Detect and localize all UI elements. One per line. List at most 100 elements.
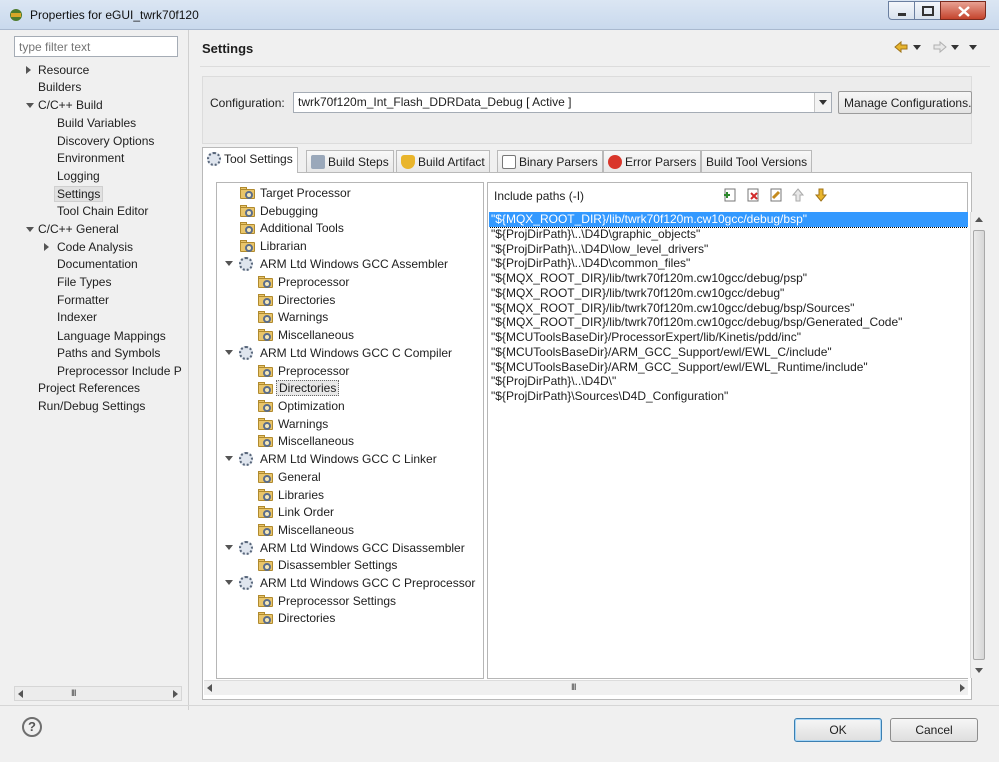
nav-item-cpp-general[interactable]: C/C++ General [26, 221, 119, 238]
nav-item-indexer[interactable]: Indexer [57, 309, 97, 326]
list-item[interactable]: "${ProjDirPath}\Sources\D4D_Configuratio… [489, 389, 968, 404]
configuration-select[interactable]: twrk70f120m_Int_Flash_DDRData_Debug [ Ac… [293, 92, 832, 113]
nav-item-settings[interactable]: Settings [54, 186, 104, 203]
tree-item-ld-libraries[interactable]: Libraries [257, 486, 324, 504]
nav-item-discovery-options[interactable]: Discovery Options [57, 133, 154, 150]
nav-item-project-references[interactable]: Project References [38, 380, 140, 397]
list-item[interactable]: "${MQX_ROOT_DIR}/lib/twrk70f120m.cw10gcc… [489, 212, 968, 228]
ok-button[interactable]: OK [794, 718, 882, 742]
scroll-right-icon[interactable] [960, 684, 965, 692]
list-item[interactable]: "${ProjDirPath}\..\D4D\" [489, 374, 968, 389]
panel-divider[interactable] [188, 30, 189, 710]
collapse-icon[interactable] [225, 545, 233, 550]
tree-item-gcc-c-preprocessor[interactable]: ARM Ltd Windows GCC C Preprocessor [225, 574, 475, 592]
tree-item-target-processor[interactable]: Target Processor [239, 184, 351, 202]
nav-item-preprocessor-include[interactable]: Preprocessor Include Pa [57, 363, 182, 380]
tool-horizontal-scrollbar[interactable]: III [204, 680, 968, 695]
tab-error-parsers[interactable]: Error Parsers [603, 150, 702, 172]
nav-item-build-variables[interactable]: Build Variables [57, 115, 136, 132]
chevron-down-icon[interactable] [913, 45, 921, 50]
tree-item-gcc-c-linker[interactable]: ARM Ltd Windows GCC C Linker [225, 450, 437, 468]
list-item[interactable]: "${MQX_ROOT_DIR}/lib/twrk70f120m.cw10gcc… [489, 315, 968, 330]
collapse-icon[interactable] [225, 580, 233, 585]
tree-item-ld-link-order[interactable]: Link Order [257, 503, 334, 521]
nav-item-resource[interactable]: Resource [26, 62, 89, 79]
dropdown-button[interactable] [814, 93, 831, 112]
add-icon[interactable] [722, 187, 738, 203]
list-item[interactable]: "${MQX_ROOT_DIR}/lib/twrk70f120m.cw10gcc… [489, 286, 968, 301]
nav-item-formatter[interactable]: Formatter [57, 292, 109, 309]
minimize-button[interactable] [888, 1, 915, 20]
nav-item-run-debug-settings[interactable]: Run/Debug Settings [38, 398, 145, 415]
scroll-right-icon[interactable] [173, 690, 178, 698]
manage-configurations-button[interactable]: Manage Configurations... [838, 91, 972, 114]
scroll-down-icon[interactable] [975, 668, 983, 673]
tree-item-pp-directories[interactable]: Directories [257, 609, 335, 627]
nav-item-code-analysis[interactable]: Code Analysis [44, 239, 133, 256]
list-item[interactable]: "${MQX_ROOT_DIR}/lib/twrk70f120m.cw10gcc… [489, 301, 968, 316]
tree-item-asm-preprocessor[interactable]: Preprocessor [257, 273, 349, 291]
delete-icon[interactable] [745, 187, 761, 203]
collapse-icon[interactable] [225, 261, 233, 266]
scroll-thumb[interactable] [973, 230, 985, 660]
expand-icon[interactable] [26, 66, 31, 74]
back-arrow-icon[interactable] [893, 40, 921, 54]
nav-horizontal-scrollbar[interactable]: III [14, 686, 182, 701]
list-item[interactable]: "${MCUToolsBaseDir}/ARM_GCC_Support/ewl/… [489, 345, 968, 360]
tab-binary-parsers[interactable]: Binary Parsers [497, 150, 603, 172]
tree-item-asm-directories[interactable]: Directories [257, 291, 335, 309]
tree-item-gcc-disassembler[interactable]: ARM Ltd Windows GCC Disassembler [225, 539, 465, 557]
collapse-icon[interactable] [225, 350, 233, 355]
collapse-icon[interactable] [225, 456, 233, 461]
nav-item-paths-and-symbols[interactable]: Paths and Symbols [57, 345, 160, 362]
nav-item-logging[interactable]: Logging [57, 168, 100, 185]
tree-item-cc-optimization[interactable]: Optimization [257, 397, 345, 415]
tree-item-gcc-assembler[interactable]: ARM Ltd Windows GCC Assembler [225, 255, 448, 273]
tree-item-cc-warnings[interactable]: Warnings [257, 415, 328, 433]
help-icon[interactable]: ? [22, 717, 42, 737]
cancel-button[interactable]: Cancel [890, 718, 978, 742]
nav-item-builders[interactable]: Builders [38, 79, 81, 96]
nav-item-file-types[interactable]: File Types [57, 274, 111, 291]
tab-build-steps[interactable]: Build Steps [306, 150, 394, 172]
nav-item-environment[interactable]: Environment [57, 150, 124, 167]
tab-tool-settings[interactable]: Tool Settings [202, 147, 298, 173]
tree-item-disassembler-settings[interactable]: Disassembler Settings [257, 556, 397, 574]
close-button[interactable] [940, 1, 986, 20]
tree-item-asm-miscellaneous[interactable]: Miscellaneous [257, 326, 354, 344]
tree-item-preprocessor-settings[interactable]: Preprocessor Settings [257, 592, 396, 610]
tree-item-gcc-c-compiler[interactable]: ARM Ltd Windows GCC C Compiler [225, 344, 452, 362]
scroll-left-icon[interactable] [207, 684, 212, 692]
tab-build-tool-versions[interactable]: Build Tool Versions [701, 150, 813, 172]
chevron-down-icon[interactable] [951, 45, 959, 50]
collapse-icon[interactable] [26, 227, 34, 232]
view-menu-icon[interactable] [969, 45, 977, 50]
tree-item-cc-miscellaneous[interactable]: Miscellaneous [257, 432, 354, 450]
list-item[interactable]: "${MQX_ROOT_DIR}/lib/twrk70f120m.cw10gcc… [489, 271, 968, 286]
scroll-up-icon[interactable] [975, 217, 983, 222]
expand-icon[interactable] [44, 243, 49, 251]
include-vertical-scrollbar[interactable] [970, 212, 986, 678]
tree-item-asm-warnings[interactable]: Warnings [257, 308, 328, 326]
list-item[interactable]: "${ProjDirPath}\..\D4D\common_files" [489, 256, 968, 271]
list-item[interactable]: "${ProjDirPath}\..\D4D\graphic_objects" [489, 227, 968, 242]
tree-item-debugging[interactable]: Debugging [239, 202, 318, 220]
tree-item-cc-preprocessor[interactable]: Preprocessor [257, 362, 349, 380]
list-item[interactable]: "${ProjDirPath}\..\D4D\low_level_drivers… [489, 242, 968, 257]
list-item[interactable]: "${MCUToolsBaseDir}/ARM_GCC_Support/ewl/… [489, 360, 968, 375]
forward-arrow-icon[interactable] [930, 40, 959, 54]
tree-item-librarian[interactable]: Librarian [239, 237, 307, 255]
edit-icon[interactable] [768, 187, 784, 203]
nav-item-documentation[interactable]: Documentation [57, 256, 138, 273]
tree-item-ld-miscellaneous[interactable]: Miscellaneous [257, 521, 354, 539]
move-down-icon[interactable] [813, 187, 829, 203]
tree-item-ld-general[interactable]: General [257, 468, 321, 486]
nav-item-language-mappings[interactable]: Language Mappings [57, 328, 166, 345]
filter-input[interactable] [14, 36, 178, 57]
scroll-left-icon[interactable] [18, 690, 23, 698]
move-up-icon[interactable] [790, 187, 806, 203]
collapse-icon[interactable] [26, 103, 34, 108]
maximize-button[interactable] [914, 1, 941, 20]
nav-item-tool-chain-editor[interactable]: Tool Chain Editor [57, 203, 148, 220]
tree-item-additional-tools[interactable]: Additional Tools [239, 219, 344, 237]
